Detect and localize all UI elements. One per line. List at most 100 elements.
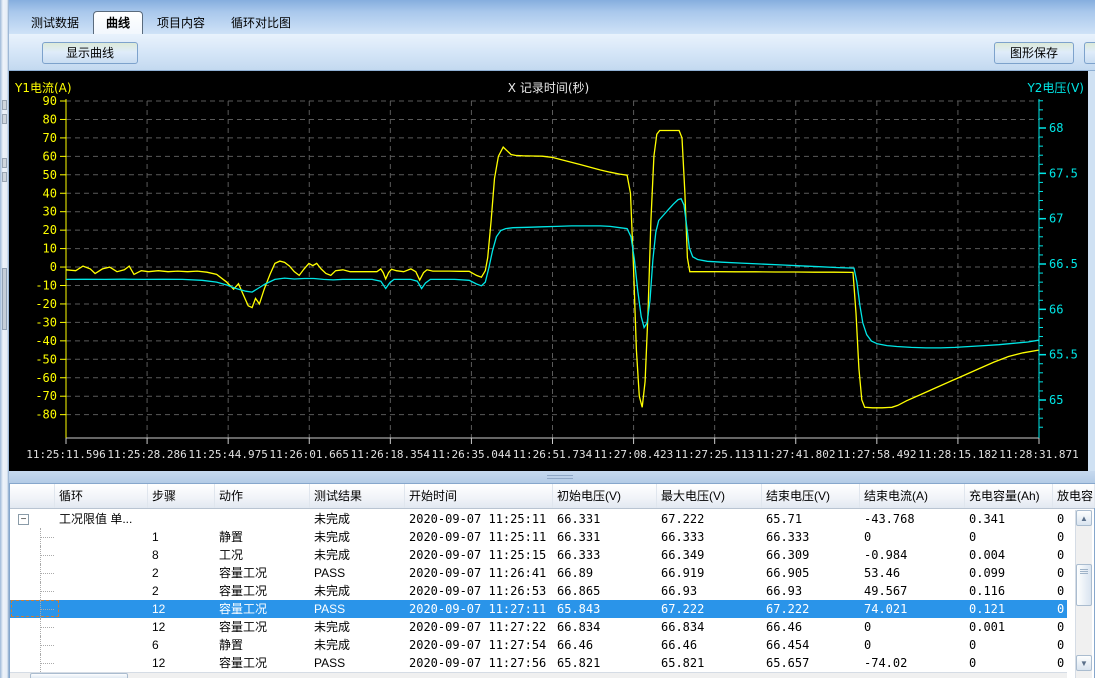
table-row[interactable]: 12容量工况PASS2020-09-07 11:27:5665.82165.82… <box>10 654 1067 672</box>
table-horizontal-scrollbar[interactable] <box>10 672 1067 678</box>
toolbar: 显示曲线 图形保存 曲 <box>9 34 1095 71</box>
cell-cycle <box>55 636 148 654</box>
scroll-down-icon[interactable]: ▼ <box>1076 655 1092 671</box>
cell-step: 8 <box>148 546 215 564</box>
table-row[interactable]: 12容量工况未完成2020-09-07 11:27:2266.83466.834… <box>10 618 1067 636</box>
tab-cycle-comparison[interactable]: 循环对比图 <box>219 12 303 34</box>
cell-v_init: 66.89 <box>553 564 657 582</box>
y1-tick-label: 30 <box>43 205 57 219</box>
table-row[interactable]: 1静置未完成2020-09-07 11:25:1166.33166.33366.… <box>10 528 1067 546</box>
cell-dchg_cap: 0 <box>1053 564 1067 582</box>
chart-table-splitter[interactable] <box>9 471 1095 483</box>
cell-v_init: 66.46 <box>553 636 657 654</box>
column-header-9[interactable]: 结束电流(A) <box>860 484 965 508</box>
table-row[interactable]: 2容量工况未完成2020-09-07 11:26:5366.86566.9366… <box>10 582 1067 600</box>
column-header-4[interactable]: 测试结果 <box>310 484 405 508</box>
battery-test-app-window: 测试数据 曲线 项目内容 循环对比图 显示曲线 图形保存 曲 Y1电流(A) X… <box>0 0 1095 678</box>
column-header-3[interactable]: 动作 <box>215 484 310 508</box>
cell-cycle <box>55 618 148 636</box>
curve-settings-button-partial[interactable]: 曲 <box>1084 42 1095 64</box>
y1-tick-label: -80 <box>35 408 57 422</box>
column-header-8[interactable]: 结束电压(V) <box>762 484 860 508</box>
cell-v_init: 66.333 <box>553 546 657 564</box>
column-header-5[interactable]: 开始时间 <box>405 484 553 508</box>
tree-collapse-icon[interactable]: − <box>18 514 29 525</box>
horizontal-scroll-thumb[interactable] <box>30 673 128 678</box>
table-vertical-scrollbar[interactable]: ▲ ▼ <box>1075 510 1092 678</box>
chart-panel[interactable]: Y1电流(A) X 记录时间(秒) Y2电压(V) 11:25:11.59611… <box>9 71 1088 471</box>
cell-result: 未完成 <box>310 618 405 636</box>
table-row[interactable]: 6静置未完成2020-09-07 11:27:5466.4666.4666.45… <box>10 636 1067 654</box>
cell-result: 未完成 <box>310 636 405 654</box>
cell-v_max: 67.222 <box>657 600 762 618</box>
left-panel-item <box>2 172 7 182</box>
show-curve-button[interactable]: 显示曲线 <box>42 42 138 64</box>
cell-v_max: 66.93 <box>657 582 762 600</box>
cell-v_end: 67.222 <box>762 600 860 618</box>
table-row[interactable]: 12容量工况PASS2020-09-07 11:27:1165.84367.22… <box>10 600 1067 618</box>
cell-action: 静置 <box>215 528 310 546</box>
x-tick-label: 11:27:41.802 <box>756 448 835 461</box>
tab-curve[interactable]: 曲线 <box>93 11 143 34</box>
cell-dchg_cap: 0 <box>1053 528 1067 546</box>
x-tick-label: 11:28:31.871 <box>999 448 1078 461</box>
cell-start: 2020-09-07 11:25:11 <box>405 528 553 546</box>
column-header-6[interactable]: 初始电压(V) <box>553 484 657 508</box>
y1-tick-label: -10 <box>35 279 57 293</box>
scroll-up-icon[interactable]: ▲ <box>1076 510 1092 526</box>
cell-result: 未完成 <box>310 510 405 528</box>
tab-project-content[interactable]: 项目内容 <box>145 12 217 34</box>
cell-v_init: 65.821 <box>553 654 657 672</box>
cell-dchg_cap: 0 <box>1053 582 1067 600</box>
cell-cycle <box>55 582 148 600</box>
tree-line <box>40 663 54 664</box>
cell-chg_cap: 0.004 <box>965 546 1053 564</box>
y1-tick-label: -50 <box>35 352 57 366</box>
cell-action: 容量工况 <box>215 582 310 600</box>
tree-line <box>40 627 54 628</box>
cell-result: 未完成 <box>310 582 405 600</box>
x-tick-label: 11:27:58.492 <box>837 448 916 461</box>
cell-result: PASS <box>310 654 405 672</box>
save-graph-button[interactable]: 图形保存 <box>994 42 1074 64</box>
cell-i_end: -0.984 <box>860 546 965 564</box>
cell-action: 工况 <box>215 546 310 564</box>
left-edge-panel <box>0 0 9 678</box>
x-tick-label: 11:28:15.182 <box>918 448 997 461</box>
cell-start: 2020-09-07 11:27:54 <box>405 636 553 654</box>
cell-chg_cap: 0.121 <box>965 600 1053 618</box>
y1-tick-label: 0 <box>50 260 57 274</box>
y1-tick-label: 10 <box>43 242 57 256</box>
column-header-2[interactable]: 步骤 <box>148 484 215 508</box>
cell-chg_cap: 0 <box>965 528 1053 546</box>
table-row[interactable]: 2容量工况PASS2020-09-07 11:26:4166.8966.9196… <box>10 564 1067 582</box>
column-header-1[interactable]: 循环 <box>55 484 148 508</box>
cell-v_init: 66.331 <box>553 510 657 528</box>
table-row[interactable]: −工况限值 单...未完成2020-09-07 11:25:1166.33167… <box>10 510 1067 528</box>
tab-strip: 测试数据 曲线 项目内容 循环对比图 <box>9 0 1095 34</box>
cell-v_max: 66.46 <box>657 636 762 654</box>
table-row[interactable]: 8工况未完成2020-09-07 11:25:1566.33366.34966.… <box>10 546 1067 564</box>
vertical-scroll-thumb[interactable] <box>1076 564 1092 606</box>
y1-tick-label: 60 <box>43 149 57 163</box>
cell-cycle <box>55 654 148 672</box>
cell-result: PASS <box>310 600 405 618</box>
column-header-10[interactable]: 充电容量(Ah) <box>965 484 1053 508</box>
column-header-0[interactable] <box>12 484 55 508</box>
cell-dchg_cap: 0 <box>1053 618 1067 636</box>
cell-chg_cap: 0.001 <box>965 618 1053 636</box>
column-header-11[interactable]: 放电容 <box>1053 484 1095 508</box>
cell-step: 2 <box>148 582 215 600</box>
cell-chg_cap: 0.099 <box>965 564 1053 582</box>
cell-v_max: 66.349 <box>657 546 762 564</box>
tab-test-data[interactable]: 测试数据 <box>19 12 91 34</box>
x-tick-label: 11:26:18.354 <box>351 448 431 461</box>
left-panel-scroll-thumb[interactable] <box>2 268 7 330</box>
cell-chg_cap: 0.341 <box>965 510 1053 528</box>
cell-chg_cap: 0 <box>965 654 1053 672</box>
cell-i_end: 0 <box>860 618 965 636</box>
tree-line <box>40 555 54 556</box>
cell-v_init: 66.865 <box>553 582 657 600</box>
column-header-7[interactable]: 最大电压(V) <box>657 484 762 508</box>
x-tick-label: 11:27:08.423 <box>594 448 673 461</box>
